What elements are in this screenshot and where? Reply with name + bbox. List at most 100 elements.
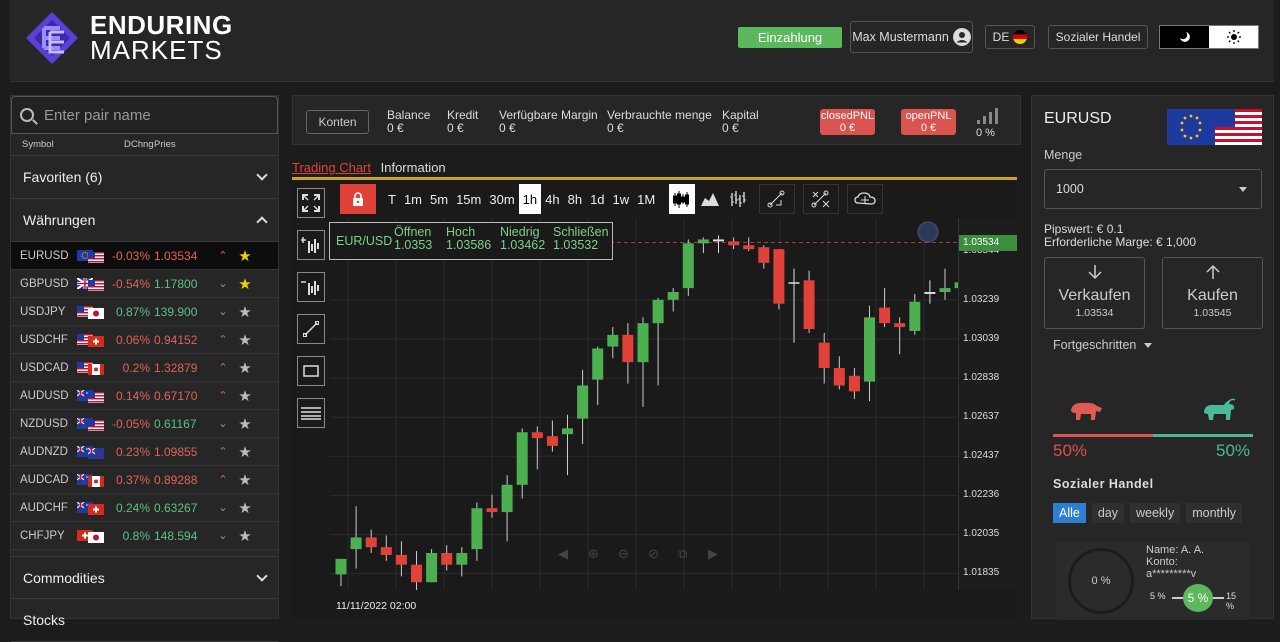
nav-left-icon[interactable]: ◀ — [558, 547, 568, 562]
signal-percent: 0 % — [976, 127, 995, 139]
favorite-star-icon[interactable]: ★ — [234, 499, 256, 517]
pair-row-audchf[interactable]: AUDCHF 0.24% 0.63267 ⌄ ★ — [11, 494, 278, 522]
zoom-out-icon[interactable]: ⊖ — [618, 547, 629, 562]
add-indicator-icon[interactable] — [297, 230, 325, 260]
candle — [335, 558, 347, 587]
zoom-fit-icon[interactable]: ⧉ — [678, 547, 687, 562]
stat-credit-value: 0 € — [447, 121, 464, 135]
trend-line-icon[interactable] — [297, 314, 325, 344]
timeframe-5m[interactable]: 5m — [426, 184, 452, 214]
moon-icon[interactable] — [1160, 26, 1209, 48]
social-tab-day[interactable]: day — [1091, 503, 1124, 523]
quantity-select[interactable]: 1000 — [1044, 169, 1262, 209]
pair-row-usdjpy[interactable]: USDJPY 0.87% 139.900 ⌄ ★ — [11, 298, 278, 326]
price-axis-tick: 1.02637 — [963, 411, 1000, 423]
theme-toggle[interactable] — [1159, 25, 1259, 49]
timeframe-8h[interactable]: 8h — [564, 184, 586, 214]
tab-information[interactable]: Information — [381, 160, 446, 175]
pair-row-eurusd[interactable]: EURUSD -0.03% 1.03534 ⌃ ★ — [11, 242, 278, 270]
nav-right-icon[interactable]: ▶ — [708, 547, 718, 562]
zoom-in-icon[interactable]: ⊕ — [588, 547, 599, 562]
sentiment-bar — [1053, 434, 1253, 437]
price-axis-tick: 1.02437 — [963, 450, 1000, 462]
social-trading-button[interactable]: Sozialer Handel — [1048, 25, 1148, 49]
slider-knob[interactable]: 5 % — [1183, 584, 1213, 612]
deposit-button[interactable]: Einzahlung — [738, 27, 842, 48]
remove-indicator-icon[interactable] — [297, 272, 325, 302]
timeframe-1w[interactable]: 1w — [609, 184, 634, 214]
social-tab-weekly[interactable]: weekly — [1130, 503, 1181, 523]
trader-card[interactable]: 0 % Name: A. A. Konto: a*********v 5 % 1… — [1056, 542, 1250, 620]
sell-button[interactable]: Verkaufen 1.03534 — [1044, 257, 1145, 329]
horizontal-lines-icon[interactable] — [297, 398, 325, 428]
pair-row-nzdusd[interactable]: NZDUSD -0.05% 0.61167 ⌄ ★ — [11, 410, 278, 438]
timeframe-30m[interactable]: 30m — [485, 184, 518, 214]
pair-search-input[interactable] — [44, 106, 264, 124]
timeframe-1h[interactable]: 1h — [518, 184, 542, 214]
zoom-reset-icon[interactable]: ⊘ — [648, 547, 659, 562]
copy-ratio-slider[interactable]: 5 % 15 % 5 % — [1150, 584, 1242, 612]
pair-row-usdchf[interactable]: USDCHF 0.06% 0.94152 ⌃ ★ — [11, 326, 278, 354]
pair-row-chfjpy[interactable]: CHFJPY 0.8% 148.594 ⌄ ★ — [11, 522, 278, 550]
current-price-label: 1.03534 — [959, 234, 1017, 251]
favorite-star-icon[interactable]: ★ — [234, 415, 256, 433]
logo[interactable]: ENDURING MARKETS — [24, 10, 233, 66]
favorite-star-icon[interactable]: ★ — [234, 471, 256, 489]
buy-button[interactable]: Kaufen 1.03545 — [1162, 257, 1263, 329]
advanced-toggle[interactable]: Fortgeschritten — [1053, 338, 1153, 352]
timeframe-1m[interactable]: 1m — [400, 184, 426, 214]
timeframe-4h[interactable]: 4h — [541, 184, 563, 214]
timeframe-1d[interactable]: 1d — [586, 184, 608, 214]
fullscreen-icon[interactable] — [297, 188, 325, 218]
favorite-star-icon[interactable]: ★ — [234, 527, 256, 545]
lock-icon[interactable] — [340, 184, 376, 214]
social-tab-alle[interactable]: Alle — [1053, 503, 1086, 523]
candlestick-chart-icon[interactable] — [669, 184, 696, 214]
favorite-star-icon[interactable]: ★ — [234, 443, 256, 461]
area-chart-icon[interactable] — [697, 184, 723, 214]
candle — [743, 237, 755, 252]
pair-row-usdcad[interactable]: USDCAD 0.2% 1.32879 ⌃ ★ — [11, 354, 278, 382]
favorite-star-icon[interactable]: ★ — [234, 247, 256, 265]
section-favorites-label: Favoriten (6) — [23, 169, 103, 185]
clear-drawings-icon[interactable] — [803, 184, 840, 214]
user-menu-button[interactable]: Max Mustermann — [850, 21, 973, 53]
sentiment-sell-fill — [1053, 434, 1153, 437]
favorite-star-icon[interactable]: ★ — [234, 331, 256, 349]
eur-usd-flag-icon — [77, 249, 105, 263]
arrow-up-icon — [1163, 264, 1262, 285]
tab-trading-chart[interactable]: Trading Chart — [292, 160, 371, 175]
timeframe-1mo[interactable]: 1M — [633, 184, 659, 214]
candle — [939, 268, 951, 300]
rectangle-tool-icon[interactable] — [297, 356, 325, 386]
section-commodities[interactable]: Commodities — [11, 556, 278, 599]
pair-row-audnzd[interactable]: AUDNZD 0.23% 1.09855 ⌃ ★ — [11, 438, 278, 466]
bar-chart-icon[interactable] — [725, 184, 751, 214]
candle — [456, 547, 468, 577]
candle — [486, 494, 498, 518]
sun-icon[interactable] — [1209, 26, 1258, 48]
section-currencies[interactable]: Währungen — [11, 199, 278, 242]
open-pnl-badge: openPNL 0 € — [901, 109, 956, 135]
timeframe-15m[interactable]: 15m — [452, 184, 485, 214]
accounts-button[interactable]: Konten — [306, 110, 369, 134]
measure-tool-icon[interactable] — [759, 184, 796, 214]
social-tab-monthly[interactable]: monthly — [1186, 503, 1242, 523]
section-favorites[interactable]: Favoriten (6) — [11, 156, 278, 199]
section-stocks[interactable]: Stocks — [11, 599, 278, 642]
chart-settings-icon[interactable] — [847, 184, 884, 214]
favorite-star-icon[interactable]: ★ — [234, 303, 256, 321]
chevron-up-icon: ⌃ — [218, 446, 228, 458]
col-change: DChng — [124, 139, 154, 150]
candlestick-plot[interactable]: ◀ ⊕ ⊖ ⊘ ⧉ ▶ — [330, 218, 996, 596]
col-price: Pries — [154, 139, 176, 150]
favorite-star-icon[interactable]: ★ — [234, 359, 256, 377]
favorite-star-icon[interactable]: ★ — [234, 275, 256, 293]
language-selector[interactable]: DE — [985, 25, 1035, 49]
price-alert-icon[interactable] — [917, 221, 939, 243]
favorite-star-icon[interactable]: ★ — [234, 387, 256, 405]
pair-row-gbpusd[interactable]: GBPUSD -0.54% 1.17800 ⌄ ★ — [11, 270, 278, 298]
timeframe-t[interactable]: T — [384, 184, 400, 214]
pair-row-audusd[interactable]: AUDUSD 0.14% 0.67170 ⌃ ★ — [11, 382, 278, 410]
pair-row-audcad[interactable]: AUDCAD 0.37% 0.89288 ⌃ ★ — [11, 466, 278, 494]
